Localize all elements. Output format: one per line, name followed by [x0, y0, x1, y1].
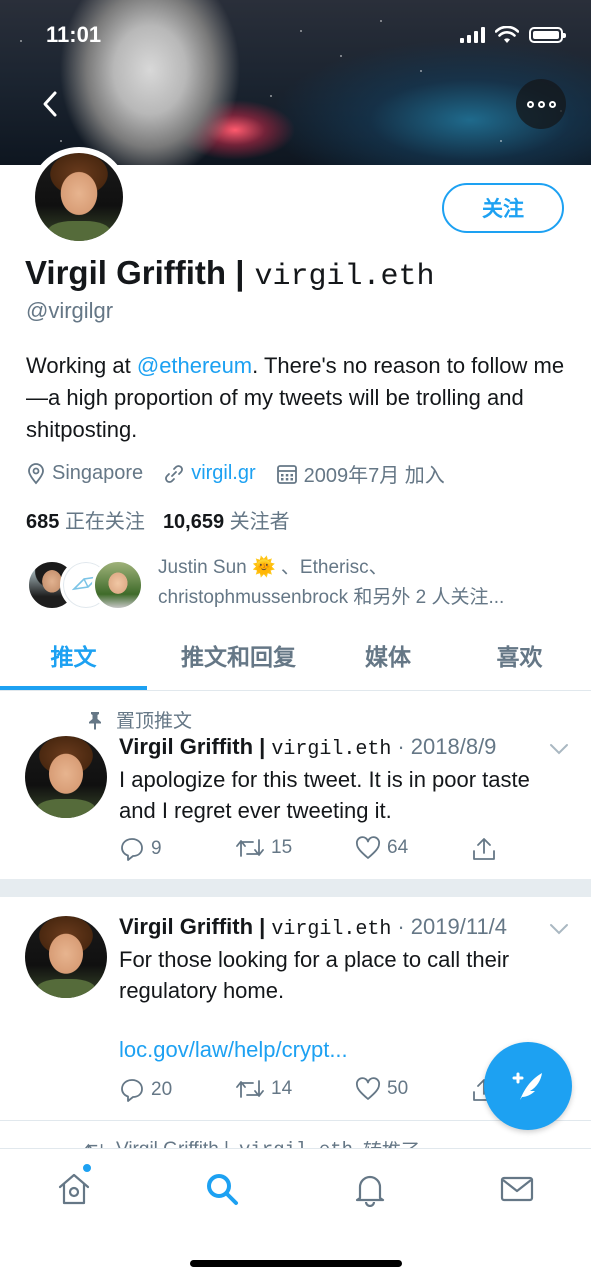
- compose-tweet-button[interactable]: [484, 1042, 572, 1130]
- avatar: [92, 559, 144, 611]
- pin-icon: [89, 711, 101, 730]
- retweet-button[interactable]: 14: [235, 1077, 292, 1101]
- reply-button[interactable]: 20: [119, 1077, 172, 1103]
- reply-icon: [121, 838, 143, 861]
- nav-search[interactable]: [202, 1169, 242, 1209]
- avatar[interactable]: [25, 916, 107, 998]
- tweet-header: Virgil Griffith | virgil.eth · 2019/11/4: [119, 914, 508, 941]
- calendar-icon: [276, 464, 297, 484]
- notification-dot: [82, 1163, 92, 1173]
- tab-likes[interactable]: 喜欢: [448, 620, 591, 690]
- chevron-down-icon[interactable]: [549, 742, 569, 756]
- profile-counts: 685 正在关注 10,659 关注者: [26, 505, 290, 534]
- retweet-icon: [236, 1080, 264, 1098]
- wifi-icon: [495, 26, 519, 43]
- profile-handle: @virgilgr: [26, 298, 114, 323]
- retweet-button[interactable]: 15: [235, 836, 292, 860]
- profile-tabs: 推文 推文和回复 媒体 喜欢: [0, 620, 591, 691]
- bio-mention-link[interactable]: @ethereum: [137, 353, 252, 378]
- nav-notifications[interactable]: [350, 1169, 390, 1209]
- tweet-header: Virgil Griffith | virgil.eth · 2018/8/9: [119, 734, 497, 761]
- display-name: Virgil Griffith |: [25, 254, 245, 291]
- location-pin-icon: [28, 462, 44, 484]
- followed-by-text[interactable]: Justin Sun 🌞 、Etherisc、 christophmussenb…: [158, 553, 568, 613]
- like-button[interactable]: 64: [355, 836, 408, 860]
- status-icons: [460, 26, 566, 44]
- status-time: 11:01: [46, 22, 102, 47]
- chevron-down-icon[interactable]: [549, 922, 569, 936]
- active-tab-indicator: [0, 686, 147, 690]
- followed-by-avatars[interactable]: [26, 559, 144, 613]
- chevron-left-icon: [43, 91, 57, 117]
- status-bar: 11:01: [0, 0, 591, 70]
- display-name-eth: virgil.eth: [254, 260, 435, 294]
- bell-icon: [355, 1175, 385, 1207]
- cellular-signal-icon: [460, 27, 485, 43]
- profile-website[interactable]: virgil.gr: [163, 462, 256, 485]
- battery-icon: [529, 27, 566, 43]
- search-icon: [207, 1174, 238, 1205]
- more-button[interactable]: [516, 79, 566, 129]
- heart-icon: [356, 836, 380, 859]
- tweet-divider: [0, 879, 591, 897]
- profile-name: Virgil Griffith | virgil.eth: [25, 254, 435, 294]
- like-button[interactable]: 50: [355, 1077, 408, 1101]
- nav-home[interactable]: [54, 1169, 94, 1209]
- nav-messages[interactable]: [497, 1169, 537, 1209]
- more-icon: [526, 100, 556, 108]
- tweet-actions: 20 14 50: [119, 1077, 519, 1107]
- tweet-text: I apologize for this tweet. It is in poo…: [119, 767, 530, 823]
- profile-meta: Singapore virgil.gr 2009年7月 加入: [26, 459, 465, 488]
- pinned-label: 置顶推文: [86, 706, 192, 733]
- tab-tweets-replies[interactable]: 推文和回复: [147, 620, 330, 690]
- reply-button[interactable]: 9: [119, 836, 162, 862]
- profile-location: Singapore: [26, 462, 143, 485]
- tab-media[interactable]: 媒体: [318, 620, 458, 690]
- share-button[interactable]: [471, 836, 497, 862]
- home-indicator: [190, 1260, 402, 1267]
- profile-avatar[interactable]: [29, 147, 129, 247]
- tweet-text: For those looking for a place to call th…: [119, 947, 510, 1003]
- share-icon: [473, 838, 495, 860]
- back-button[interactable]: [32, 84, 68, 124]
- avatar[interactable]: [25, 736, 107, 818]
- profile-joined: 2009年7月 加入: [276, 459, 445, 488]
- home-icon: [58, 1173, 90, 1205]
- tab-tweets[interactable]: 推文: [0, 620, 147, 690]
- following-count[interactable]: 685 正在关注: [26, 505, 145, 534]
- compose-icon: [512, 1072, 542, 1100]
- follow-button[interactable]: 关注: [442, 183, 564, 233]
- tweet-link[interactable]: loc.gov/law/help/crypt...: [119, 1037, 348, 1063]
- link-icon: [165, 464, 184, 483]
- heart-icon: [356, 1077, 380, 1100]
- tweet-actions: 9 15 64: [119, 836, 519, 866]
- retweet-icon: [236, 839, 264, 857]
- reply-icon: [121, 1079, 143, 1102]
- followers-count[interactable]: 10,659 关注者: [163, 505, 290, 534]
- mail-icon: [500, 1176, 534, 1202]
- profile-bio: Working at @ethereum. There's no reason …: [26, 353, 565, 442]
